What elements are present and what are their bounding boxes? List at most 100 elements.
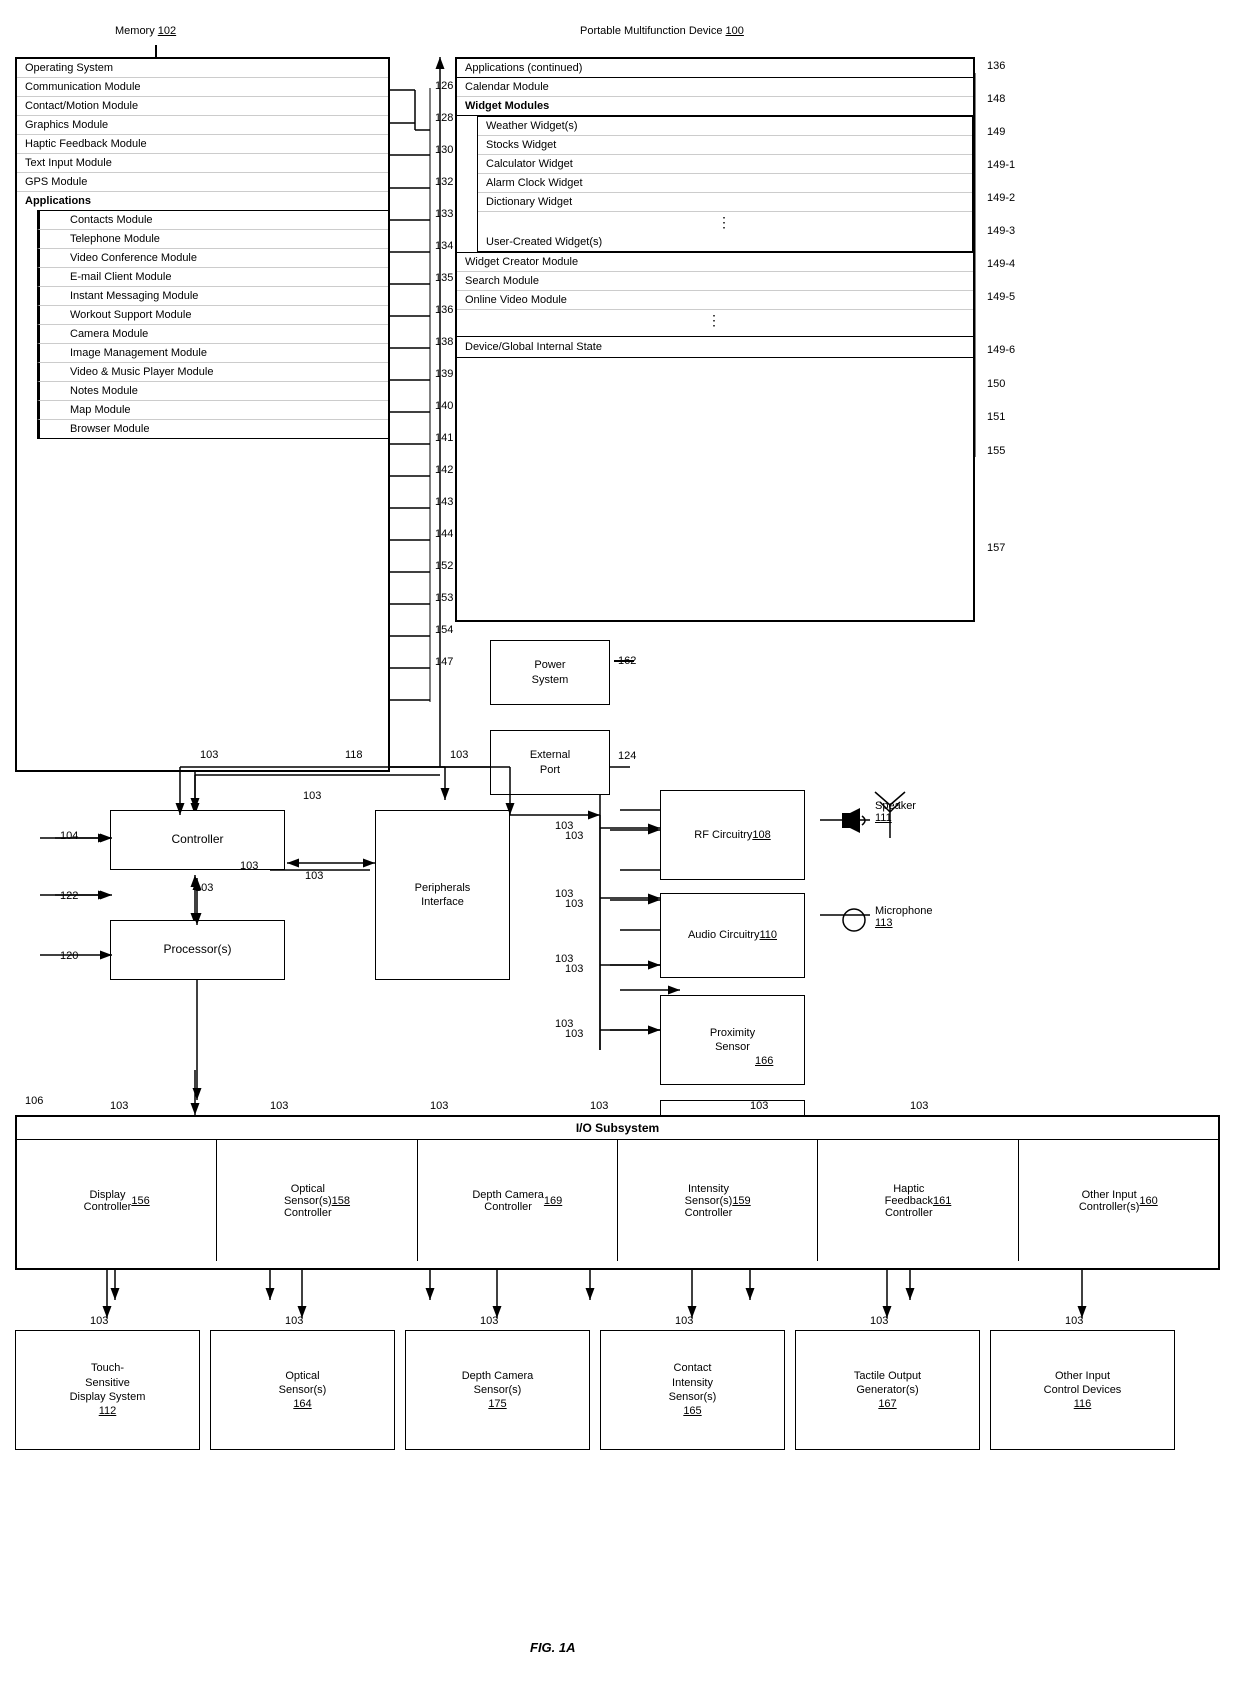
io-ctrl-haptic: HapticFeedbackController 161 [818, 1140, 1018, 1261]
ref-155: 155 [987, 445, 1005, 457]
ref-103-s4: 103 [675, 1315, 693, 1327]
speaker-icon [842, 808, 872, 833]
ref-103-io1: 103 [110, 1100, 128, 1112]
memory-item-haptic: Haptic Feedback Module [17, 135, 388, 154]
ref-120: 120 [60, 950, 78, 962]
ref-103-s3: 103 [480, 1315, 498, 1327]
ref-149-1: 149-1 [987, 159, 1015, 171]
ref-103-audio: 103 [565, 898, 583, 910]
bus-103-top: 103 [200, 749, 218, 761]
ref-166: 166 [755, 1055, 773, 1067]
memory-item-apps: Applications [17, 192, 388, 210]
ref-122: 122 [60, 890, 78, 902]
io-ctrl-depth: Depth CameraController169 [418, 1140, 618, 1261]
other-input-box: Other InputControl Devices116 [990, 1330, 1175, 1450]
io-subsystem-box: I/O Subsystem DisplayController 156 Opti… [15, 1115, 1220, 1270]
pmd-label: Portable Multifunction Device 100 [580, 25, 744, 37]
ref-152: 152 [435, 560, 453, 572]
ref-133: 133 [435, 208, 453, 220]
processor-box: Processor(s) [110, 920, 285, 980]
ref-103-io6: 103 [910, 1100, 928, 1112]
pmd-search: Search Module [457, 272, 973, 291]
power-ref-line [614, 660, 634, 662]
ref-136-mem: 136 [435, 304, 453, 316]
memory-ref: 102 [158, 25, 176, 37]
antenna-icon [870, 790, 910, 840]
memory-item-contacts: Contacts Module [37, 210, 388, 230]
ref-142: 142 [435, 464, 453, 476]
pmd-apps-continued: Applications (continued) [457, 59, 973, 78]
pmd-ellipsis2: ⋮ [457, 310, 973, 331]
ref-103-prox: 103 [565, 963, 583, 975]
ref-149-6: 149-6 [987, 344, 1015, 356]
ref-103-periph1: 103 [303, 790, 321, 802]
ref-124: 124 [618, 750, 636, 762]
optical-sensors-box: OpticalSensor(s)164 [210, 1330, 395, 1450]
bus-103-2: 103 [450, 749, 468, 761]
memory-item-imagemgmt: Image Management Module [37, 344, 388, 363]
tactile-output-box: Tactile OutputGenerator(s)167 [795, 1330, 980, 1450]
io-ctrl-display: DisplayController 156 [17, 1140, 217, 1261]
touch-display-box: Touch-SensitiveDisplay System112 [15, 1330, 200, 1450]
ref-135: 135 [435, 272, 453, 284]
pmd-online-video: Online Video Module [457, 291, 973, 310]
ref-147: 147 [435, 656, 453, 668]
memory-item-comm: Communication Module [17, 78, 388, 97]
ref-103-ctrlproc: 103 [195, 882, 213, 894]
memory-item-telephone: Telephone Module [37, 230, 388, 249]
pmd-widget-creator: Widget Creator Module [457, 252, 973, 272]
pmd-calendar: Calendar Module [457, 78, 973, 97]
ref-103-accel: 103 [565, 1028, 583, 1040]
memory-item-os: Operating System [17, 59, 388, 78]
io-subsystem-label: I/O Subsystem [17, 1117, 1218, 1140]
io-sensor-arrows [0, 1268, 1240, 1338]
ctrl-arrows [0, 760, 700, 1120]
memory-label: Memory 102 [115, 25, 176, 37]
ref-150: 150 [987, 378, 1005, 390]
ref-103-rf: 103 [565, 830, 583, 842]
ref-126: 126 [435, 80, 453, 92]
diagram-container: Memory 102 Operating System Communicatio… [0, 0, 1240, 1696]
ref-103-s2: 103 [285, 1315, 303, 1327]
ref-154: 154 [435, 624, 453, 636]
proximity-sensor-box: ProximitySensor [660, 995, 805, 1085]
rf-circuitry-box: RF Circuitry108 [660, 790, 805, 880]
ref-149-3: 149-3 [987, 225, 1015, 237]
io-ctrl-intensity: IntensitySensor(s)Controller 159 [618, 1140, 818, 1261]
ref-153: 153 [435, 592, 453, 604]
ref-140: 140 [435, 400, 453, 412]
pmd-box: Applications (continued) Calendar Module… [455, 57, 975, 622]
memory-item-workout: Workout Support Module [37, 306, 388, 325]
memory-item-videomusic: Video & Music Player Module [37, 363, 388, 382]
ref-149: 149 [987, 126, 1005, 138]
ref-149-2: 149-2 [987, 192, 1015, 204]
ref-138: 138 [435, 336, 453, 348]
ref-136-pmd: 136 [987, 60, 1005, 72]
ref-157: 157 [987, 542, 1005, 554]
peripherals-interface-box: PeripheralsInterface [375, 810, 510, 980]
external-port-box: ExternalPort [490, 730, 610, 795]
pmd-ellipsis: ⋮ [478, 212, 972, 233]
memory-item-notes: Notes Module [37, 382, 388, 401]
pmd-alarm: Alarm Clock Widget [478, 174, 972, 193]
pmd-user-created: User-Created Widget(s) [478, 233, 972, 251]
ref-103-s1: 103 [90, 1315, 108, 1327]
pmd-ref: 100 [726, 25, 744, 37]
ref-141: 141 [435, 432, 453, 444]
ref-104: 104 [60, 830, 78, 842]
ref-103-mid: 103 [240, 860, 258, 872]
ref-118: 118 [345, 749, 363, 761]
memory-item-contact: Contact/Motion Module [17, 97, 388, 116]
ref-103-io3: 103 [430, 1100, 448, 1112]
power-system-box: PowerSystem [490, 640, 610, 705]
memory-item-text: Text Input Module [17, 154, 388, 173]
microphone-label: Microphone113 [875, 905, 932, 929]
ref-103-io2: 103 [270, 1100, 288, 1112]
ref-103-s5: 103 [870, 1315, 888, 1327]
memory-box: Operating System Communication Module Co… [15, 57, 390, 772]
memory-item-camera: Camera Module [37, 325, 388, 344]
ref-130: 130 [435, 144, 453, 156]
memory-item-im: Instant Messaging Module [37, 287, 388, 306]
pmd-weather: Weather Widget(s) [478, 117, 972, 136]
ref-106: 106 [25, 1095, 43, 1107]
